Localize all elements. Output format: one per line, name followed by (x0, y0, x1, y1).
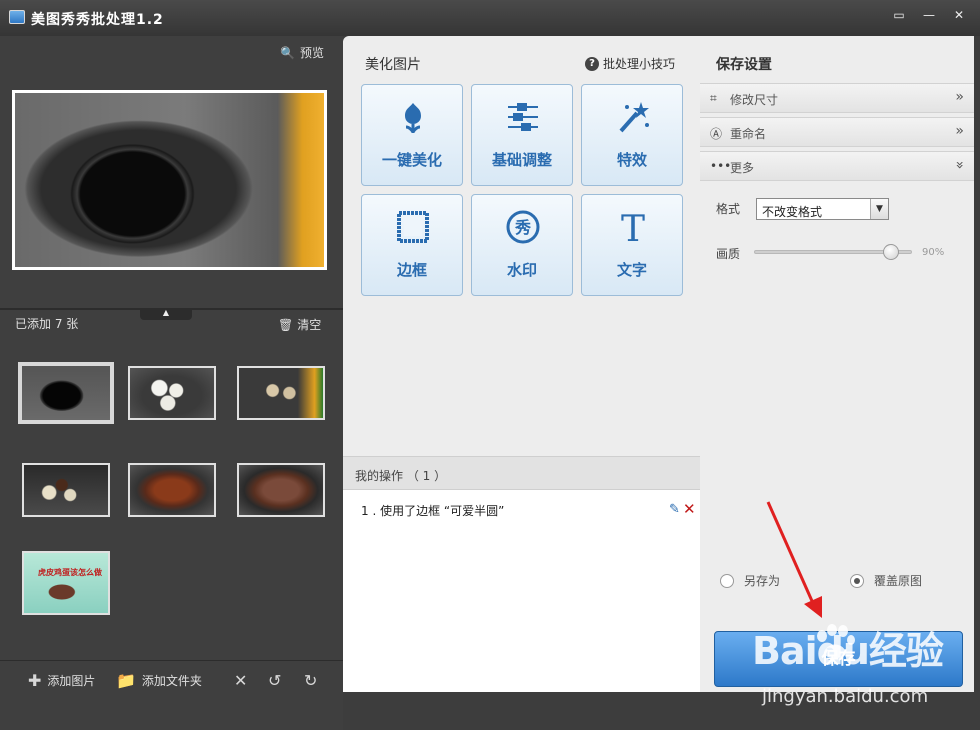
app-icon (9, 10, 25, 24)
thumbnail-item[interactable] (237, 463, 325, 517)
rotate-left-button[interactable]: ↺ (268, 671, 281, 690)
double-chevron-down-icon: » (951, 160, 968, 170)
trash-icon: 🗑 (278, 317, 294, 332)
operations-header: 我的操作 （ 1 ） (343, 456, 700, 490)
tool-text[interactable]: T 文字 (581, 194, 683, 296)
tool-basic-adjust[interactable]: 基础调整 (471, 84, 573, 186)
save-as-radio[interactable]: 另存为 (720, 572, 780, 589)
section-more[interactable]: ••• 更多 » (700, 151, 974, 181)
thumbnail-item[interactable] (237, 366, 325, 420)
added-count-label: 已添加 7 张 (15, 317, 79, 331)
clear-button[interactable]: 🗑 清空 (278, 316, 321, 333)
beautify-panel: 美化图片 ? 批处理小技巧 一键美化 基础调整 特效 边框 秀 水印 T 文字 … (343, 36, 700, 692)
close-button[interactable]: ✕ (946, 6, 972, 24)
delete-operation-icon[interactable]: ✕ (683, 500, 696, 518)
title-bar: 美图秀秀批处理1.2 ▭ — ✕ (0, 0, 980, 36)
tool-one-click-beautify[interactable]: 一键美化 (361, 84, 463, 186)
baidu-watermark-url: jingyan.baidu.com (762, 686, 929, 707)
feedback-icon[interactable]: ▭ (886, 6, 912, 24)
save-settings-panel: 保存设置 ⌗ 修改尺寸 » Ⓐ 重命名 » ••• 更多 » 格式 不改变格式 … (700, 36, 974, 692)
operation-item: 1 . 使用了边框 “可爱半圆” (361, 504, 505, 518)
more-icon: ••• (710, 159, 732, 173)
preview-button[interactable]: 🔍 预览 (280, 44, 324, 61)
rename-icon: Ⓐ (710, 127, 723, 141)
quality-slider[interactable] (754, 244, 912, 260)
double-chevron-right-icon: » (955, 89, 964, 105)
baidu-watermark: Baidu经验 (752, 629, 944, 673)
image-list-panel: 🔍 预览 ▲ 已添加 7 张 🗑 清空 虎皮鸡蛋该怎么做 ✚ 添加图片 📁 添加… (0, 36, 343, 730)
recipe-card-caption: 虎皮鸡蛋该怎么做 (38, 568, 102, 577)
thumbnail-item[interactable] (18, 362, 114, 424)
quality-value: 90% (922, 247, 945, 258)
section-resize[interactable]: ⌗ 修改尺寸 » (700, 83, 974, 113)
folder-icon: 📁 (116, 671, 136, 690)
quality-label: 画质 (716, 247, 741, 261)
format-label: 格式 (716, 202, 741, 216)
thumbnail-item[interactable] (128, 463, 216, 517)
svg-text:秀: 秀 (514, 218, 531, 237)
save-settings-heading: 保存设置 (716, 57, 772, 73)
operations-list: 1 . 使用了边框 “可爱半圆” ✎ ✕ (343, 490, 700, 692)
beautify-heading: 美化图片 (365, 57, 421, 73)
help-icon: ? (584, 56, 599, 71)
bottom-toolbar: ✚ 添加图片 📁 添加文件夹 ✕ ↺ ↻ (0, 660, 343, 730)
rotate-right-button[interactable]: ↻ (304, 671, 317, 690)
thumbnail-item[interactable] (128, 366, 216, 420)
text-icon: T (621, 209, 645, 245)
rotate-left-icon: ↺ (268, 671, 282, 690)
sliders-icon (508, 103, 538, 131)
minimize-button[interactable]: — (916, 6, 942, 24)
close-icon: ✕ (234, 671, 248, 690)
thumbnail-item[interactable]: 虎皮鸡蛋该怎么做 (22, 551, 110, 615)
preview-image-frame (12, 90, 327, 270)
tool-effects[interactable]: 特效 (581, 84, 683, 186)
rotate-right-icon: ↻ (304, 671, 318, 690)
add-folder-button[interactable]: 📁 添加文件夹 (116, 671, 202, 690)
remove-button[interactable]: ✕ (234, 671, 247, 690)
plus-icon: ✚ (28, 671, 42, 690)
frame-icon (397, 211, 429, 243)
edit-pencil-icon[interactable]: ✎ (669, 502, 680, 517)
magic-wand-icon (619, 102, 649, 133)
quality-slider-handle[interactable] (883, 244, 899, 260)
format-select[interactable]: 不改变格式 ▼ (756, 198, 889, 220)
tool-watermark[interactable]: 秀 水印 (471, 194, 573, 296)
watermark-icon: 秀 (506, 210, 540, 244)
batch-tips-link[interactable]: ? 批处理小技巧 (584, 55, 675, 72)
overwrite-radio[interactable]: 覆盖原图 (850, 572, 922, 589)
preview-image (15, 93, 324, 267)
radio-icon (720, 573, 734, 588)
radio-selected-icon (850, 573, 864, 588)
svg-text:T: T (621, 209, 645, 245)
crop-icon: ⌗ (710, 91, 717, 105)
double-chevron-right-icon: » (955, 123, 964, 139)
collapse-preview-toggle[interactable]: ▲ (140, 308, 192, 320)
window-title: 美图秀秀批处理1.2 (31, 12, 164, 28)
section-rename[interactable]: Ⓐ 重命名 » (700, 117, 974, 147)
thumbnail-item[interactable] (22, 463, 110, 517)
dropdown-arrow-icon: ▼ (870, 199, 888, 219)
preview-icon: 🔍 (280, 45, 295, 60)
tool-frame[interactable]: 边框 (361, 194, 463, 296)
add-image-button[interactable]: ✚ 添加图片 (28, 671, 95, 690)
tulip-icon (405, 103, 421, 133)
